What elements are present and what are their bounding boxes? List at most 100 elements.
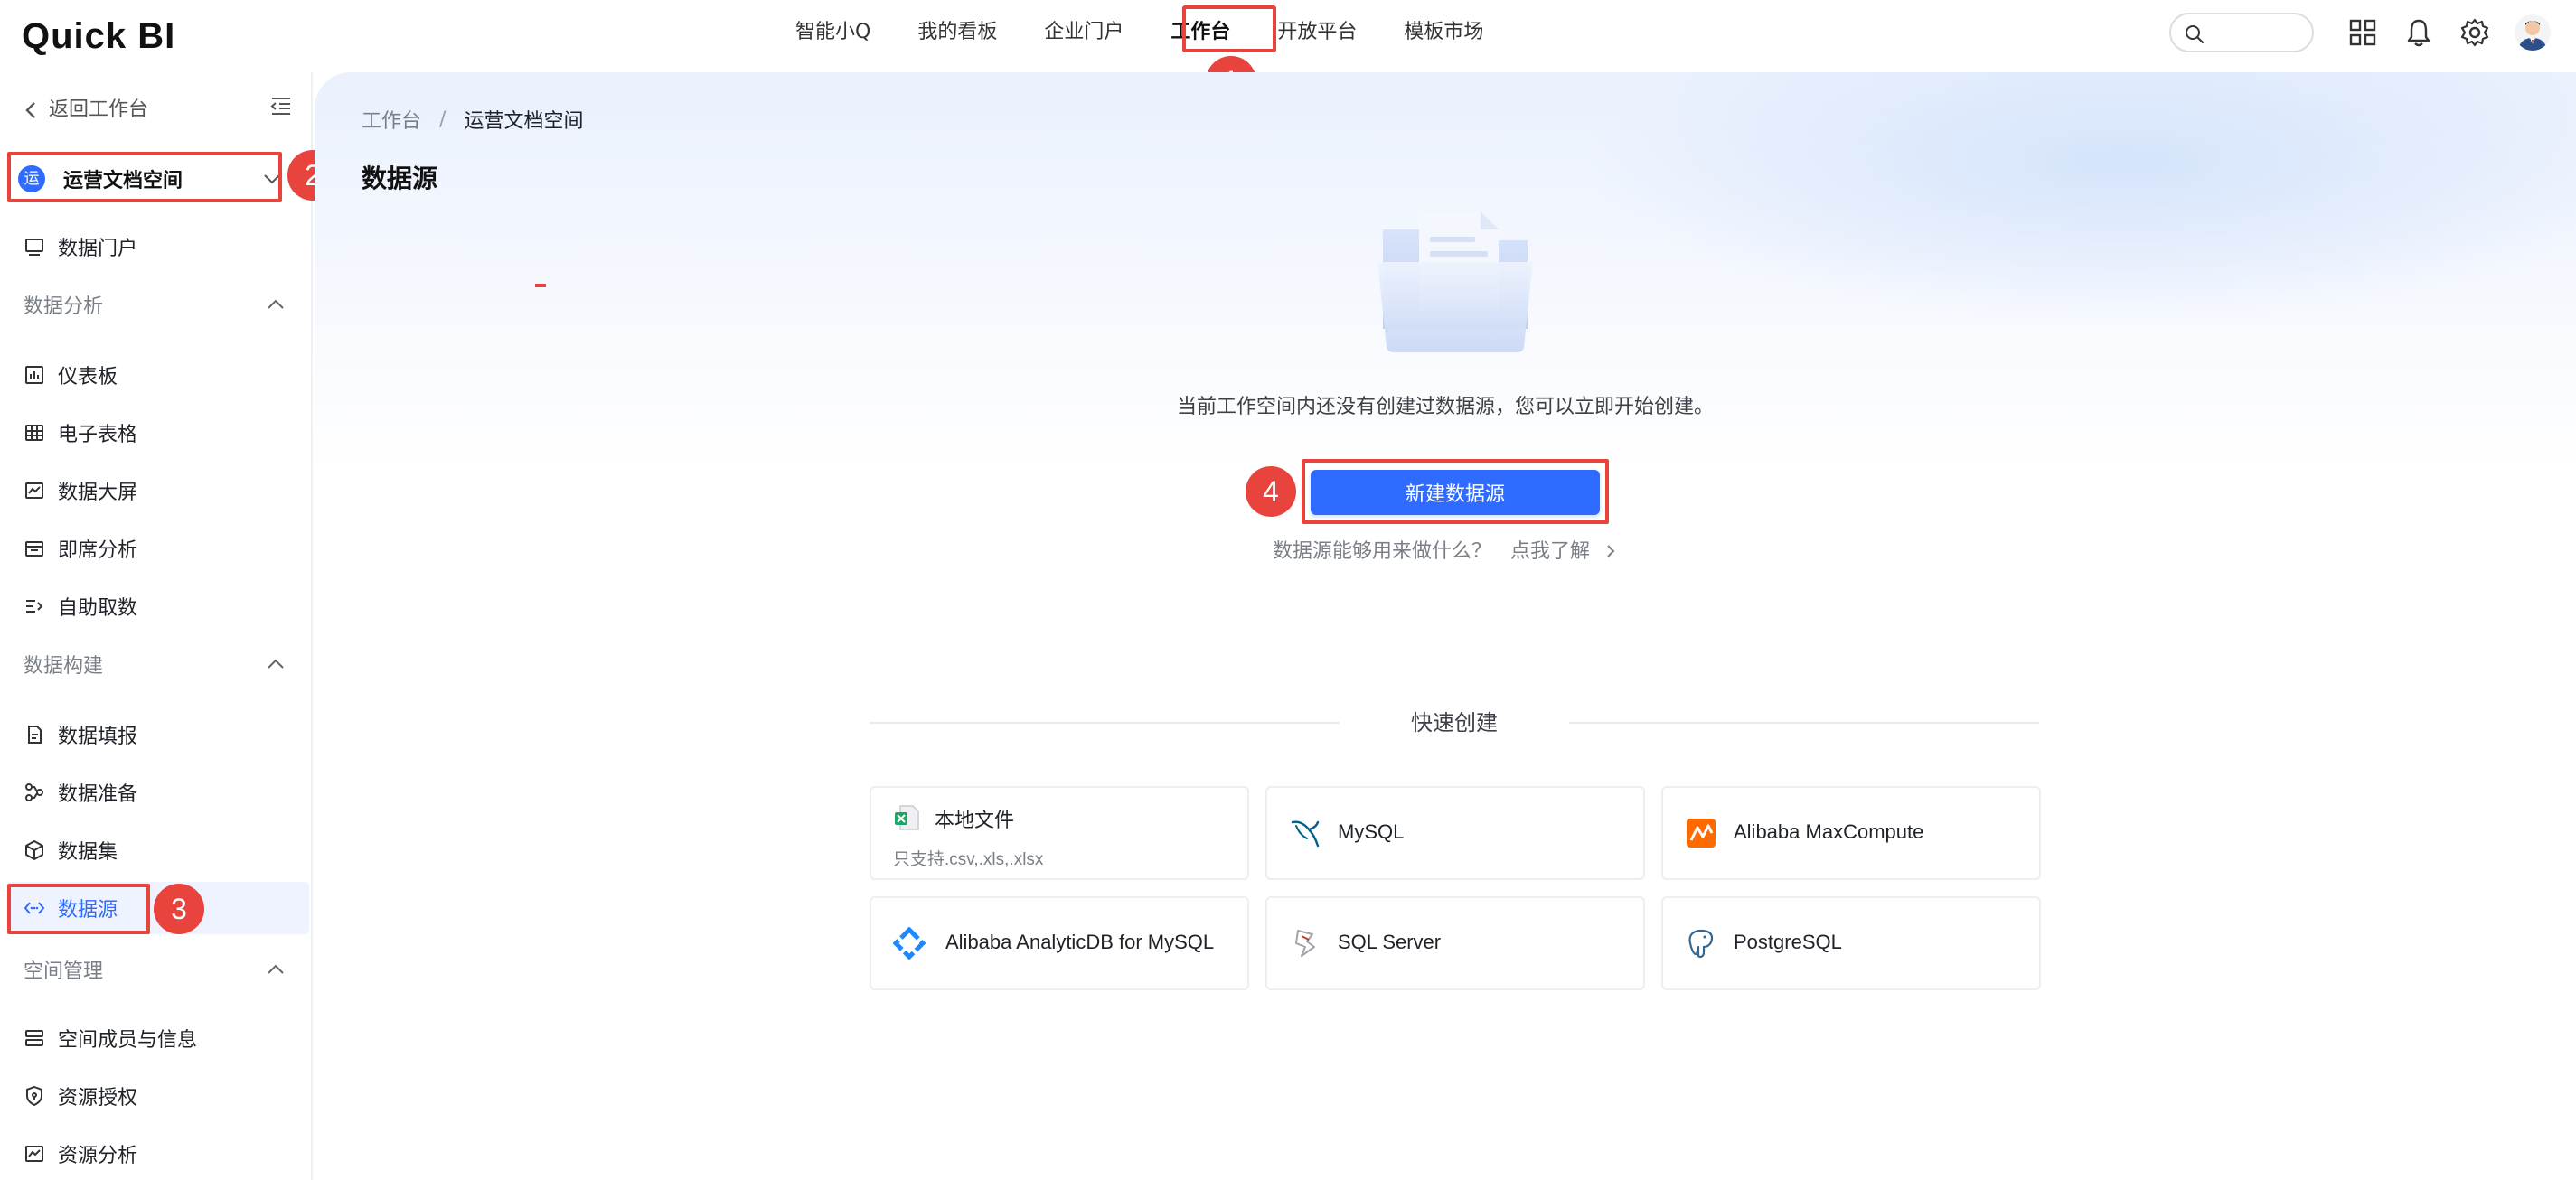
main-content: 工作台 / 运营文档空间 数据源 当前工作空间内还没有创建过数据源，您可以立即开… <box>315 72 2576 1180</box>
quick-card-sqlserver[interactable]: SQL Server <box>1265 896 1645 990</box>
topnav-my-boards[interactable]: 我的看板 <box>917 0 997 72</box>
quick-card-postgresql[interactable]: PostgreSQL <box>1661 896 2041 990</box>
top-navigation: 智能小Q 我的看板 企业门户 工作台 开放平台 模板市场 <box>795 0 1530 72</box>
section-title: 数据构建 <box>24 655 104 678</box>
chevron-right-icon <box>1607 545 1615 557</box>
page-title: 数据源 <box>362 164 438 193</box>
sidebar-item-label: 数据准备 <box>58 783 138 806</box>
sidebar-item-label: 数据集 <box>58 841 118 864</box>
breadcrumb-separator: / <box>439 108 447 131</box>
dashboard-icon <box>25 366 43 384</box>
highlight-box-new-datasource <box>1302 459 1609 524</box>
sidebar-item-self-service[interactable]: 自助取数 <box>0 580 302 632</box>
card-subtitle: 只支持.csv,.xls,.xlsx <box>893 850 1044 869</box>
card-title: MySQL <box>1338 820 1405 843</box>
analytics-icon <box>25 1146 43 1162</box>
sidebar-item-resource-auth[interactable]: 资源授权 <box>0 1070 302 1122</box>
card-title: Alibaba MaxCompute <box>1734 820 1924 843</box>
step-marker-4: 4 <box>1246 466 1296 517</box>
section-data-analysis[interactable]: 数据分析 <box>24 282 286 327</box>
sidebar-item-label: 空间成员与信息 <box>58 1029 198 1052</box>
section-title: 数据分析 <box>24 295 104 318</box>
quick-create-divider: 快速创建 <box>870 705 2039 741</box>
apps-grid-icon[interactable] <box>2346 16 2379 49</box>
sidebar-item-data-screen[interactable]: 数据大屏 <box>0 464 302 517</box>
sqlserver-icon <box>1295 930 1315 957</box>
topnav-template-market[interactable]: 模板市场 <box>1404 0 1483 72</box>
background-glow <box>1580 72 2576 325</box>
topnav-xiaoq[interactable]: 智能小Q <box>795 0 870 72</box>
highlight-box-datasource <box>7 884 150 934</box>
back-to-workbench[interactable]: 返回工作台 <box>24 92 148 128</box>
learn-more-label: 点我了解 <box>1510 540 1591 563</box>
prep-icon <box>25 783 43 801</box>
card-title: SQL Server <box>1338 931 1442 953</box>
quick-card-local-file[interactable]: 本地文件 只支持.csv,.xls,.xlsx <box>870 786 1249 880</box>
gear-icon[interactable] <box>2458 16 2491 49</box>
topnav-open-platform[interactable]: 开放平台 <box>1277 0 1357 72</box>
search-icon <box>2186 25 2204 43</box>
section-title: 空间管理 <box>24 960 104 983</box>
quick-card-analyticdb[interactable]: Alibaba AnalyticDB for MySQL <box>870 896 1249 990</box>
breadcrumb-workbench[interactable]: 工作台 <box>362 105 421 134</box>
learn-more-link[interactable]: 点我了解 <box>1510 540 1618 563</box>
analyticdb-icon <box>893 927 926 960</box>
red-mark <box>535 284 546 287</box>
help-question: 数据源能够用来做什么？ <box>1272 540 1491 563</box>
section-space-management[interactable]: 空间管理 <box>24 947 286 992</box>
selfservice-icon <box>26 600 43 613</box>
sidebar-item-label: 电子表格 <box>58 424 138 446</box>
card-title: 本地文件 <box>935 809 1015 831</box>
sidebar-item-label: 数据填报 <box>58 726 138 748</box>
highlight-box-workbench <box>1182 5 1276 52</box>
card-title: PostgreSQL <box>1734 931 1842 953</box>
card-title: Alibaba AnalyticDB for MySQL <box>945 931 1215 953</box>
sidebar-item-adhoc-analysis[interactable]: 即席分析 <box>0 522 302 575</box>
breadcrumb-current: 运营文档空间 <box>464 110 584 133</box>
form-icon <box>28 726 42 744</box>
mysql-icon <box>1291 820 1320 848</box>
section-data-build[interactable]: 数据构建 <box>24 642 286 687</box>
adhoc-icon <box>25 541 43 557</box>
quick-card-mysql[interactable]: MySQL <box>1265 786 1645 880</box>
sidebar-item-resource-analysis[interactable]: 资源分析 <box>0 1128 302 1180</box>
search-box[interactable] <box>2169 13 2314 52</box>
sidebar-item-label: 资源分析 <box>58 1145 138 1167</box>
bell-icon[interactable] <box>2402 16 2435 49</box>
sidebar-item-data-prep[interactable]: 数据准备 <box>0 766 302 819</box>
sidebar-item-dataset[interactable]: 数据集 <box>0 824 302 876</box>
sidebar-item-spreadsheet[interactable]: 电子表格 <box>0 407 302 459</box>
help-row: 数据源能够用来做什么？ 点我了解 <box>315 535 2576 564</box>
chevron-up-icon <box>268 659 284 669</box>
breadcrumb: 工作台 / 运营文档空间 <box>362 105 583 134</box>
avatar-portrait-icon <box>2515 14 2551 51</box>
sidebar-item-label: 仪表板 <box>58 366 118 389</box>
quick-card-maxcompute[interactable]: Alibaba MaxCompute <box>1661 786 2041 880</box>
sidebar-item-dashboard[interactable]: 仪表板 <box>0 349 302 401</box>
excel-file-icon <box>895 805 919 830</box>
postgresql-icon <box>1688 929 1714 959</box>
spreadsheet-icon <box>25 425 43 441</box>
cube-icon <box>25 840 43 860</box>
search-input[interactable] <box>2213 20 2303 45</box>
members-icon <box>25 1030 43 1046</box>
empty-folder-illustration <box>1377 211 1533 352</box>
back-label: 返回工作台 <box>49 98 149 121</box>
collapse-sidebar-icon[interactable] <box>269 94 293 117</box>
topnav-enterprise-portal[interactable]: 企业门户 <box>1044 0 1123 72</box>
sidebar-item-data-form[interactable]: 数据填报 <box>0 708 302 761</box>
step-marker-3: 3 <box>154 884 204 934</box>
monitor-icon <box>25 239 43 256</box>
sidebar-item-label: 自助取数 <box>58 597 138 620</box>
quick-create-title: 快速创建 <box>1389 710 1519 735</box>
top-header: Quick BI 智能小Q 我的看板 企业门户 工作台 开放平台 模板市场 1 <box>0 0 2576 107</box>
quickbi-logo[interactable]: Quick BI <box>22 14 175 58</box>
chevron-up-icon <box>268 964 284 974</box>
shield-icon <box>26 1085 42 1107</box>
sidebar-item-label: 资源授权 <box>58 1087 138 1110</box>
sidebar-item-label: 数据大屏 <box>58 482 138 504</box>
empty-state-text: 当前工作空间内还没有创建过数据源，您可以立即开始创建。 <box>1176 396 1714 418</box>
sidebar-item-members[interactable]: 空间成员与信息 <box>0 1012 302 1064</box>
sidebar-item-data-portal[interactable]: 数据门户 <box>0 220 302 273</box>
user-avatar[interactable] <box>2515 14 2551 51</box>
